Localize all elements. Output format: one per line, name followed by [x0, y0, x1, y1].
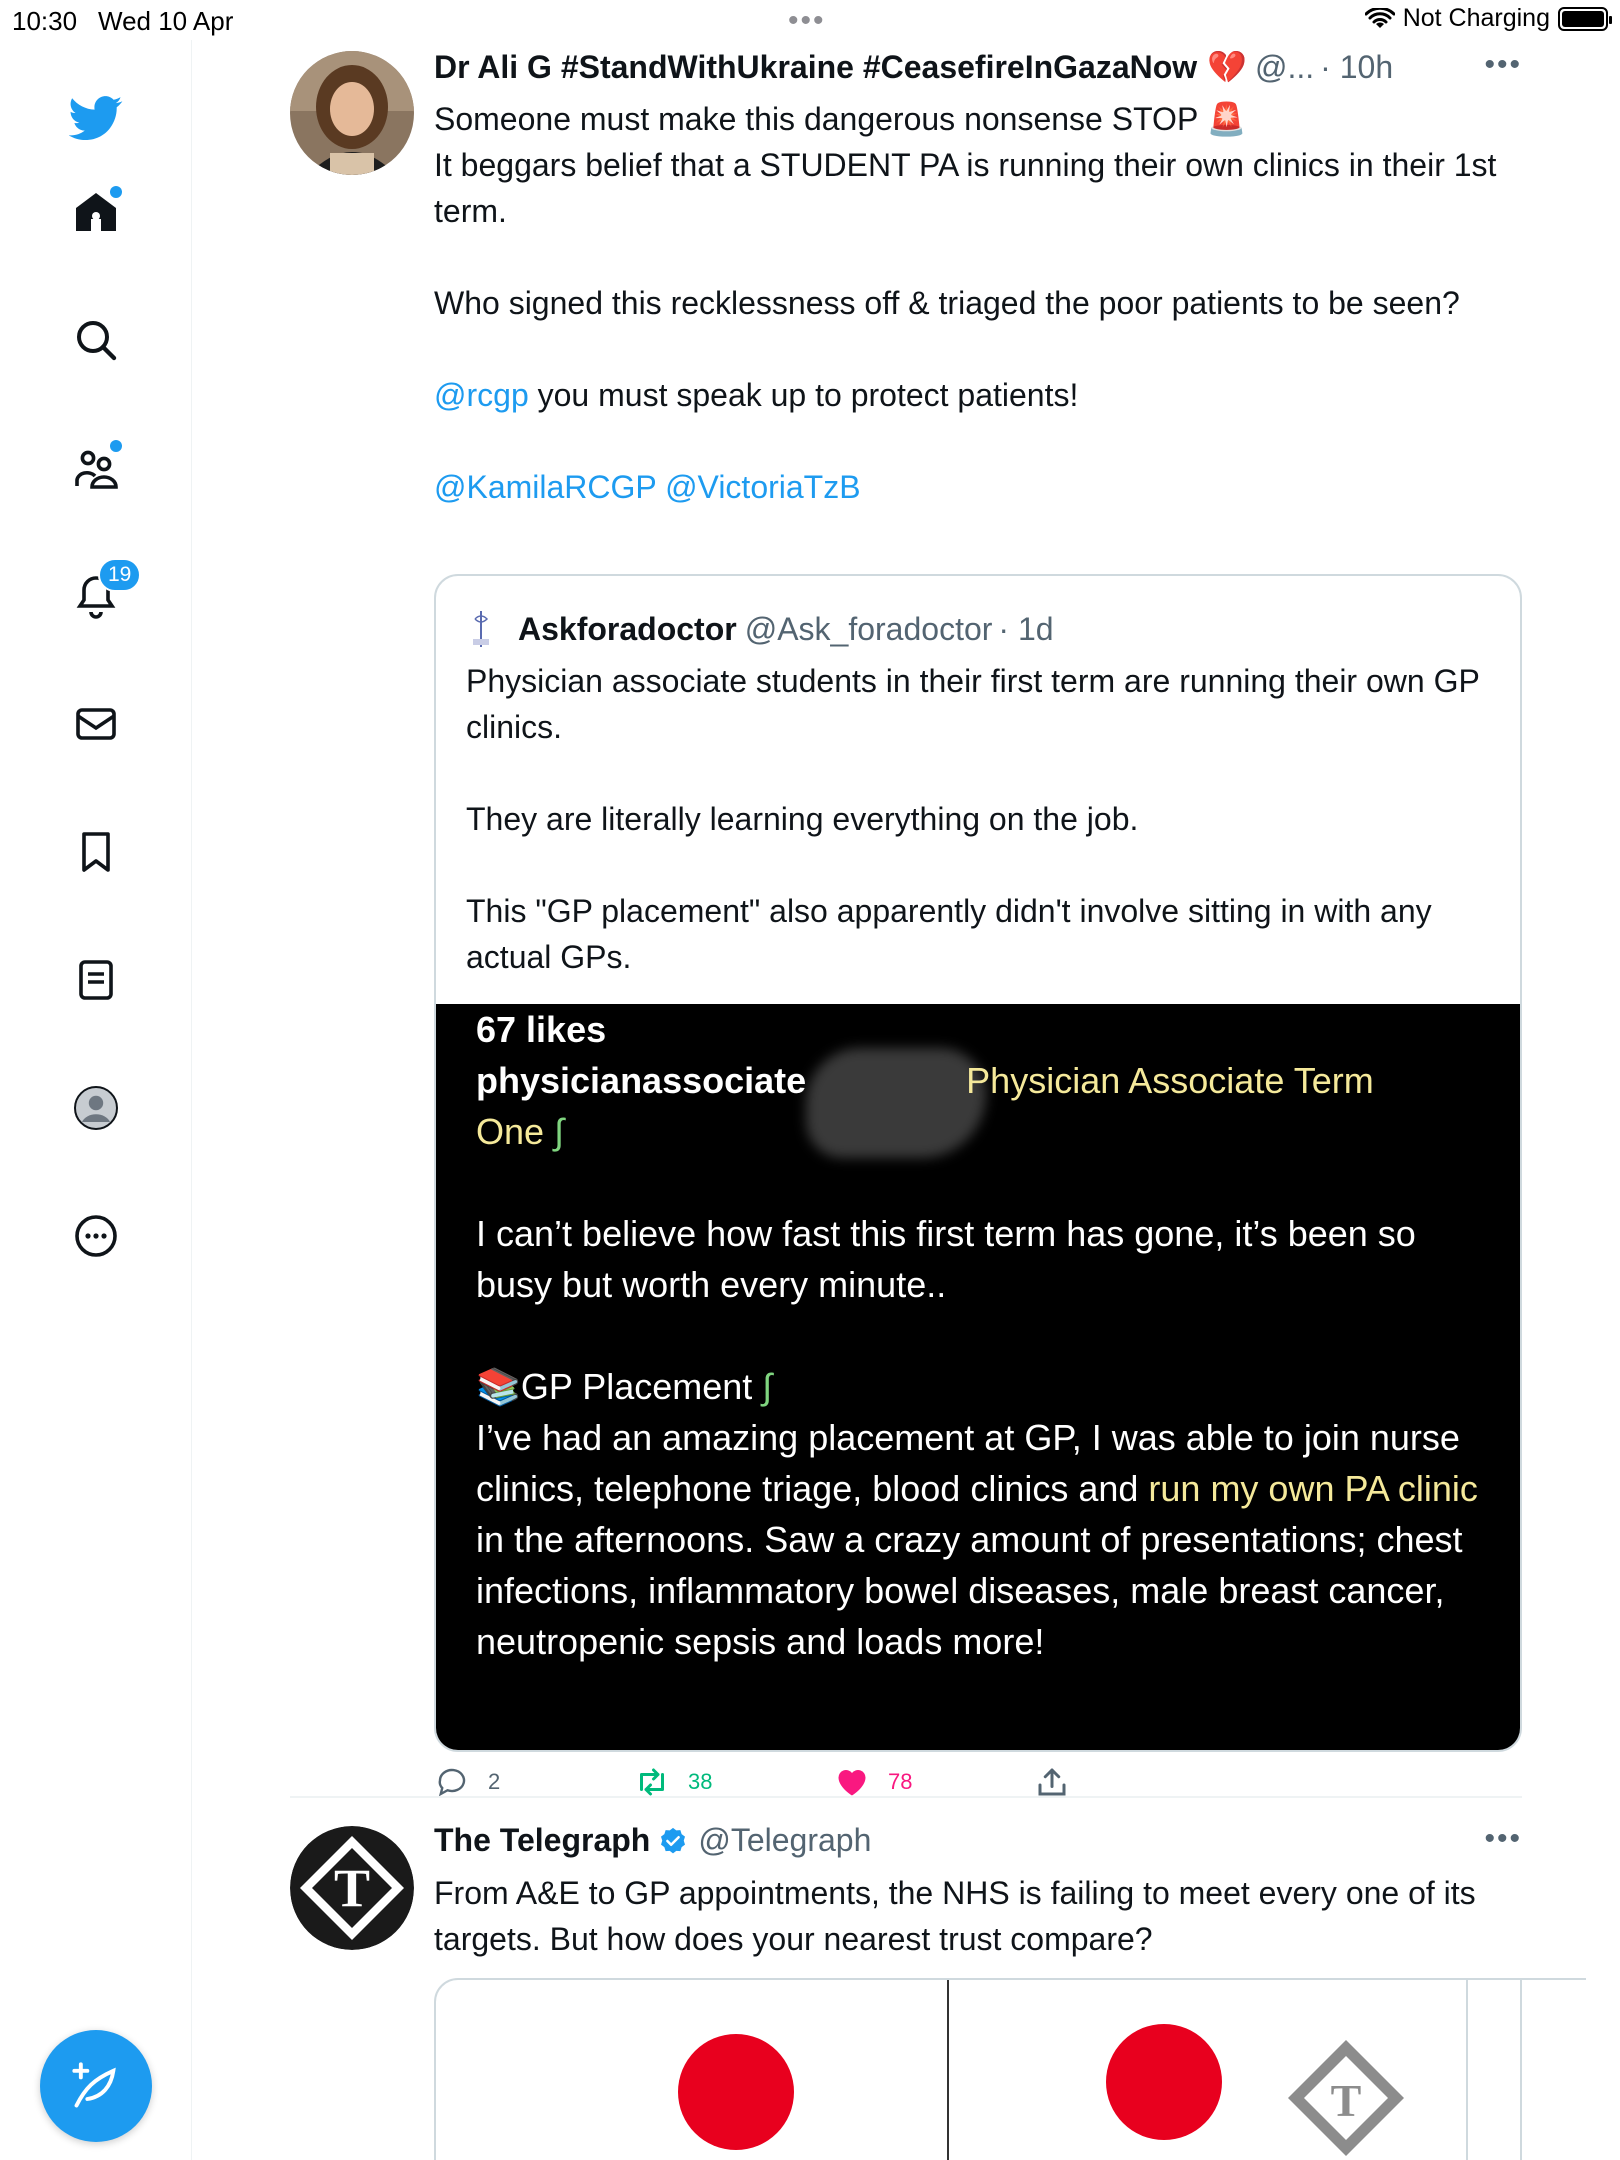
sidebar: 19 — [0, 40, 192, 2160]
mention-link[interactable]: @KamilaRCGP — [434, 469, 656, 505]
quoted-author-name[interactable]: Askforadoctor — [518, 611, 737, 648]
multitasking-dots[interactable]: ••• — [788, 4, 826, 38]
status-bar: 10:30 Wed 10 Apr ••• Not Charging — [0, 0, 1620, 40]
quoted-author-handle[interactable]: @Ask_foradoctor — [745, 611, 993, 648]
card-graphic: T — [678, 1980, 1404, 2160]
more-options-icon[interactable]: ••• — [1484, 48, 1522, 82]
quoted-line: They are literally learning everything o… — [466, 801, 1139, 837]
quoted-tweet[interactable]: Askforadoctor @Ask_foradoctor · 1d Physi… — [434, 574, 1522, 1752]
profile-icon[interactable] — [66, 1078, 126, 1138]
compose-feather-icon — [72, 2062, 116, 2108]
communities-icon[interactable] — [66, 438, 126, 498]
share-icon — [1038, 1768, 1066, 1796]
communities-notification-dot — [110, 440, 122, 452]
bookmarks-icon[interactable] — [66, 822, 126, 882]
tweet-header: Dr Ali G #StandWithUkraine #CeasefireInG… — [434, 48, 1393, 86]
more-options-icon[interactable]: ••• — [1484, 1822, 1522, 1856]
image-title-cont: One — [476, 1111, 545, 1152]
author-name[interactable]: The Telegraph — [434, 1822, 650, 1859]
media-card[interactable]: T — [434, 1978, 1522, 2160]
tweet-line: you must speak up to protect patients! — [528, 377, 1079, 413]
home-icon[interactable] — [66, 182, 126, 242]
twitter-logo-icon[interactable] — [66, 88, 126, 148]
status-right: Not Charging — [1364, 4, 1612, 33]
retweet-count: 38 — [688, 1769, 713, 1794]
tweet-text: From A&E to GP appointments, the NHS is … — [434, 1875, 1476, 1957]
svg-text:T: T — [1331, 2075, 1362, 2126]
compose-tweet-button[interactable] — [40, 2030, 152, 2142]
image-highlight: run my own PA clinic — [1148, 1468, 1478, 1509]
mention-link[interactable]: @VictoriaTzB — [665, 469, 861, 505]
mention-link[interactable]: @rcgp — [434, 377, 529, 413]
tweet-line: It beggars belief that a STUDENT PA is r… — [434, 147, 1497, 229]
like-button[interactable]: 78 — [834, 1764, 912, 1800]
quoted-tweet-time[interactable]: · 1d — [998, 611, 1053, 648]
verified-badge-icon — [661, 1827, 686, 1853]
retweet-button[interactable]: 38 — [634, 1764, 712, 1800]
image-section-title: GP Placement — [520, 1366, 753, 1407]
image-username: physicianassociate — [476, 1060, 807, 1101]
quoted-line: This "GP placement" also apparently didn… — [466, 893, 1432, 975]
reply-count: 2 — [488, 1769, 501, 1794]
notifications-count-badge: 19 — [98, 558, 142, 592]
wifi-icon — [1364, 7, 1395, 28]
author-handle[interactable]: @... — [1255, 49, 1314, 86]
tweet-time[interactable]: · 10h — [1320, 49, 1393, 86]
heart-icon — [838, 1770, 866, 1796]
messages-icon[interactable] — [66, 694, 126, 754]
tweet-header: The Telegraph @Telegraph — [434, 1822, 871, 1859]
stethoscope-icon: ∫ — [762, 1366, 773, 1407]
books-emoji: 📚 — [476, 1366, 521, 1407]
image-title: Physician Associate Term — [966, 1060, 1374, 1101]
avatar[interactable]: T — [290, 1826, 414, 1950]
home-notification-dot — [110, 186, 122, 198]
more-icon[interactable] — [66, 1206, 126, 1266]
quoted-avatar[interactable] — [464, 606, 498, 652]
media-card-next[interactable] — [1466, 1978, 1586, 2160]
avatar[interactable] — [290, 51, 414, 175]
notifications-icon[interactable]: 19 — [66, 558, 142, 626]
search-icon[interactable] — [66, 310, 126, 370]
battery-icon — [1558, 6, 1612, 31]
image-paragraph: in the afternoons. Saw a crazy amount of… — [476, 1519, 1463, 1662]
status-date: Wed 10 Apr — [98, 6, 234, 36]
tweet[interactable]: Dr Ali G #StandWithUkraine #CeasefireInG… — [290, 40, 1524, 1797]
quoted-tweet-text: Physician associate students in their fi… — [466, 658, 1486, 980]
siren-emoji: 🚨 — [1206, 101, 1247, 137]
retweet-icon — [640, 1768, 664, 1796]
tweet-line: Someone must make this dangerous nonsens… — [434, 101, 1198, 137]
quoted-line: Physician associate students in their fi… — [466, 663, 1480, 745]
reply-icon — [438, 1768, 466, 1797]
image-paragraph: I can’t believe how fast this first term… — [476, 1213, 1416, 1305]
author-name[interactable]: Dr Ali G #StandWithUkraine #CeasefireInG… — [434, 49, 1197, 86]
stethoscope-icon: ∫ — [554, 1111, 564, 1152]
tweet-text: Someone must make this dangerous nonsens… — [434, 96, 1524, 510]
image-likes: 67 likes — [476, 1009, 607, 1050]
share-button[interactable] — [1034, 1764, 1070, 1800]
lists-icon[interactable] — [66, 950, 126, 1010]
author-handle[interactable]: @Telegraph — [698, 1822, 871, 1859]
quoted-tweet-header: Askforadoctor @Ask_foradoctor · 1d — [464, 606, 1054, 652]
charging-status: Not Charging — [1402, 4, 1550, 32]
quoted-image[interactable]: 67 likes physicianassociate Physician Ass… — [436, 1004, 1520, 1750]
broken-heart-emoji: 💔 — [1207, 49, 1248, 85]
reply-button[interactable]: 2 — [434, 1764, 500, 1800]
svg-text:T: T — [334, 1858, 370, 1918]
tweet-line: Who signed this recklessness off & triag… — [434, 285, 1460, 321]
like-count: 78 — [888, 1769, 913, 1794]
status-time: 10:30 — [12, 6, 78, 36]
